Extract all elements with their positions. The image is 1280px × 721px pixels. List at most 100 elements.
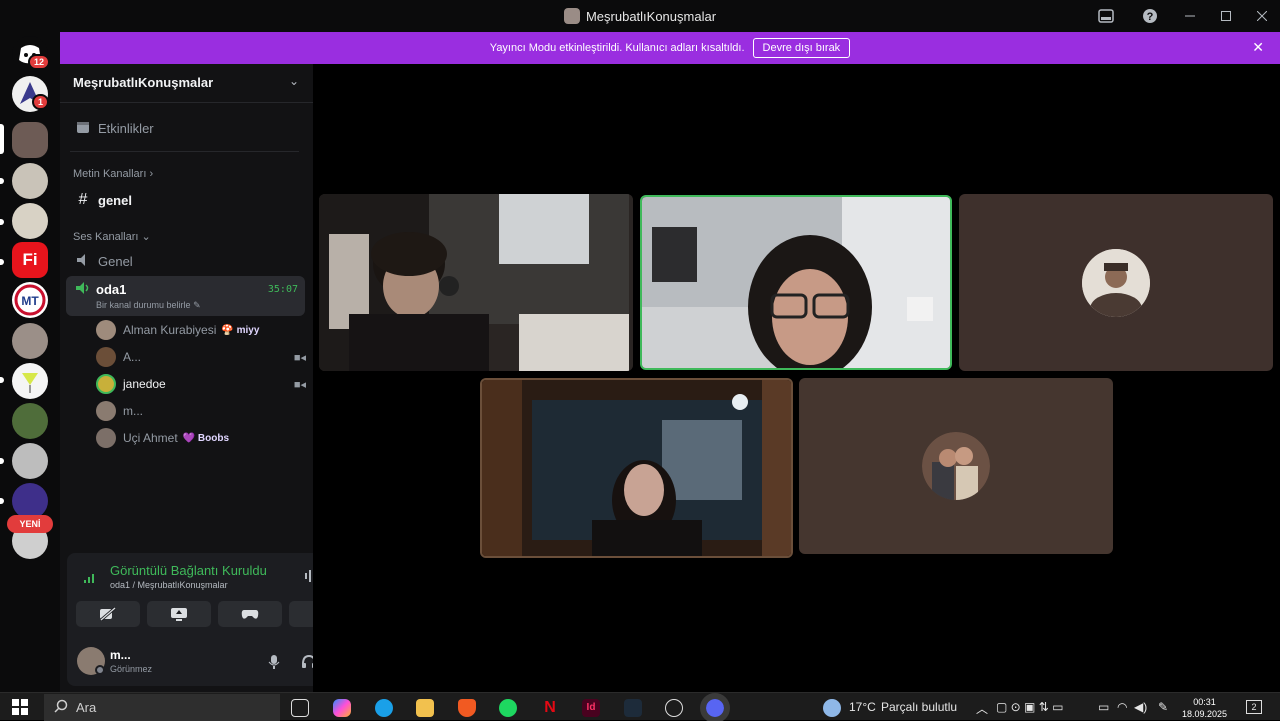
task-view-icon[interactable] [291, 699, 309, 717]
hash-icon: # [78, 191, 88, 208]
unread-indicator [0, 178, 4, 184]
server-icon-fi[interactable]: Fi [12, 242, 48, 278]
username[interactable]: m... [110, 648, 131, 662]
channel-genel-voice[interactable]: Genel [73, 251, 305, 271]
taskbar-clock[interactable]: 00:31 18.09.2025 [1182, 696, 1227, 720]
video-tile-avatar-1[interactable] [959, 194, 1273, 371]
davinci-resolve-icon[interactable] [624, 699, 642, 717]
video-stage [313, 64, 1280, 692]
video-feed [482, 380, 791, 556]
disable-streamer-mode-button[interactable]: Devre dışı bırak [752, 38, 851, 58]
voice-member[interactable]: A... ■◂ [96, 346, 306, 368]
inbox-icon[interactable] [1084, 0, 1128, 32]
minimize-icon[interactable] [1172, 0, 1208, 32]
camera-off-icon [100, 607, 116, 621]
voice-channel-name: oda1 [96, 282, 127, 297]
title-bar: MeşrubatlıKonuşmalar ? [0, 0, 1280, 32]
selected-server-indicator [0, 124, 4, 154]
maximize-icon[interactable] [1208, 0, 1244, 32]
close-icon[interactable] [1244, 0, 1280, 32]
camera-icon: ■◂ [293, 378, 306, 391]
help-icon[interactable]: ? [1128, 0, 1172, 32]
windows-start-icon[interactable] [12, 699, 28, 715]
discord-taskbar-icon[interactable] [700, 693, 730, 721]
user-status: Görünmez [110, 664, 153, 674]
divider [60, 102, 313, 103]
unread-indicator [0, 377, 4, 383]
server-list: 12 1 Fi MT YENİ [0, 32, 60, 692]
server-icon-11[interactable] [12, 483, 48, 519]
screen-share-icon [171, 608, 187, 621]
unread-indicator [0, 458, 4, 464]
server-badge: 1 [32, 94, 50, 110]
invisible-status-icon [95, 665, 105, 675]
banner-text: Yayıncı Modu etkinleştirildi. Kullanıcı … [489, 42, 745, 54]
camera-icon: ■◂ [293, 351, 306, 364]
voice-member[interactable]: m... [96, 400, 306, 422]
voice-member[interactable]: janedoe ■◂ [96, 373, 306, 395]
gamepad-icon [241, 610, 259, 619]
voice-channels-category[interactable]: Ses Kanalları ⌄ [73, 230, 151, 243]
pen-icon[interactable]: ✎ [1158, 700, 1168, 714]
edge-browser-icon[interactable] [375, 699, 393, 717]
chevron-down-icon[interactable]: ⌄ [289, 74, 299, 88]
server-icon-9[interactable] [12, 403, 48, 439]
server-icon-3[interactable] [12, 163, 48, 199]
unread-indicator [0, 498, 4, 504]
spotify-icon[interactable] [499, 699, 517, 717]
windows-taskbar: Ara N Id 17°C Parçalı bulutlu ︿ ▢ ⊙ ▣ ⇅ … [0, 692, 1280, 721]
unread-indicator [0, 219, 4, 225]
wifi-icon[interactable]: ◠ [1117, 700, 1127, 714]
server-icon-meşrubatlı[interactable] [12, 122, 48, 158]
brave-browser-icon[interactable] [458, 699, 476, 717]
avatar [96, 401, 116, 421]
connection-status[interactable]: Görüntülü Bağlantı Kuruldu [110, 563, 267, 578]
calendar-icon [73, 120, 93, 137]
netflix-icon[interactable]: N [541, 699, 559, 717]
avatar [96, 428, 116, 448]
server-icon-8[interactable] [12, 363, 48, 399]
server-icon-10[interactable] [12, 443, 48, 479]
connection-signal-icon [83, 570, 97, 587]
channel-sidebar: MeşrubatlıKonuşmalar ⌄ Etkinlikler Metin… [60, 64, 365, 692]
server-icon-mt[interactable]: MT [12, 282, 48, 318]
banner-close-icon[interactable]: ✕ [1252, 39, 1264, 56]
server-icon-7[interactable] [12, 323, 48, 359]
video-tile-janedoe[interactable] [640, 195, 952, 370]
voice-member[interactable]: Alman Kurabiyesi 🍄 miyy [96, 319, 306, 341]
activities-button[interactable] [218, 601, 282, 627]
avatar [96, 374, 116, 394]
copilot-icon[interactable] [333, 699, 351, 717]
search-icon [54, 699, 68, 716]
tray-icons[interactable]: ▢ ⊙ ▣ ⇅ ▭ [996, 700, 1063, 714]
obs-icon[interactable] [665, 699, 683, 717]
taskbar-search[interactable]: Ara [44, 694, 280, 721]
battery-icon[interactable]: ▭ [1098, 700, 1109, 714]
weather-temp[interactable]: 17°C [849, 700, 876, 714]
microphone-icon[interactable] [268, 654, 280, 673]
text-channels-category[interactable]: Metin Kanalları › [73, 168, 153, 180]
video-tile-A[interactable] [319, 194, 633, 371]
chevron-right-icon: › [149, 168, 154, 180]
call-timer: 35:07 [267, 284, 298, 295]
events-item[interactable]: Etkinlikler [73, 118, 305, 138]
indesign-icon[interactable]: Id [582, 699, 600, 717]
camera-off-button[interactable] [76, 601, 140, 627]
active-voice-channel[interactable]: oda1 Bir kanal durumu belirle ✎ 35:07 [66, 276, 305, 316]
participant-avatar [1082, 248, 1150, 317]
server-icon-4[interactable] [12, 203, 48, 239]
server-name[interactable]: MeşrubatlıKonuşmalar [73, 75, 213, 90]
set-channel-status-link[interactable]: Bir kanal durumu belirle ✎ [96, 300, 201, 311]
weather-text[interactable]: Parçalı bulutlu [881, 700, 957, 714]
video-tile-C[interactable] [480, 378, 793, 558]
show-hidden-icons[interactable]: ︿ [976, 700, 988, 717]
chevron-down-icon: ⌄ [141, 231, 151, 243]
file-explorer-icon[interactable] [416, 699, 434, 717]
voice-member[interactable]: Uçi Ahmet 💜 Boobs [96, 427, 306, 449]
volume-icon[interactable]: ◀) [1134, 700, 1147, 714]
server-avatar-icon [563, 8, 580, 24]
video-tile-avatar-2[interactable] [799, 378, 1113, 554]
notification-center-icon[interactable]: 2 [1246, 700, 1262, 714]
screen-share-button[interactable] [147, 601, 211, 627]
channel-genel-text[interactable]: # genel [73, 190, 305, 210]
